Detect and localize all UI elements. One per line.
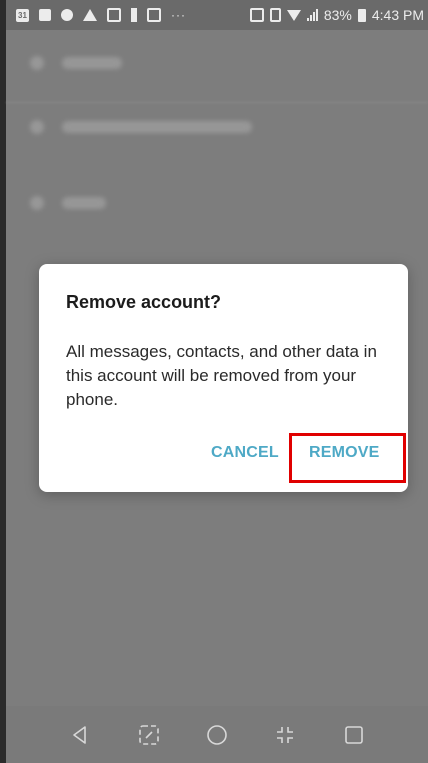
recents-icon — [344, 725, 363, 744]
status-bar: 31 ··· 83% 4:43 PM — [6, 0, 428, 30]
wifi-icon — [286, 9, 301, 21]
system-icons: 83% 4:43 PM — [249, 7, 428, 23]
dual-window-icon — [277, 726, 294, 743]
dialog-title: Remove account? — [66, 292, 222, 312]
signal-icon — [306, 9, 318, 21]
background-row — [30, 120, 252, 134]
background-text — [62, 197, 106, 209]
background-divider — [6, 102, 428, 103]
battery-icon — [357, 8, 366, 22]
home-button[interactable] — [203, 721, 231, 749]
calendar-icon: 31 — [16, 8, 29, 22]
tie-icon — [131, 8, 137, 22]
lock-icon — [107, 8, 121, 22]
background-icon — [30, 56, 44, 70]
recents-button[interactable] — [340, 721, 368, 749]
navigation-bar — [6, 706, 428, 763]
background-text — [62, 121, 252, 133]
capture-button[interactable] — [135, 721, 163, 749]
image-icon — [147, 8, 161, 22]
vibrate-icon — [269, 8, 281, 22]
dual-window-button[interactable] — [271, 721, 299, 749]
back-icon — [73, 725, 86, 744]
background-row — [30, 196, 106, 210]
dialog-message: All messages, contacts, and other data i… — [66, 342, 377, 409]
background-icon — [30, 196, 44, 210]
back-button[interactable] — [66, 721, 94, 749]
background-text — [62, 57, 122, 69]
capture-icon — [138, 724, 159, 745]
calendar-day: 31 — [18, 10, 27, 20]
background-icon — [30, 120, 44, 134]
notification-icons: 31 ··· — [6, 8, 186, 22]
battery-percent: 83% — [323, 7, 352, 23]
reddit-icon — [61, 9, 73, 21]
remove-button-highlight — [289, 433, 406, 483]
background-header — [30, 56, 122, 70]
alert-icon — [83, 9, 97, 21]
video-icon — [39, 9, 51, 21]
cancel-button[interactable]: CANCEL — [211, 444, 279, 462]
home-icon — [207, 724, 227, 745]
more-icon: ··· — [171, 8, 186, 22]
clock: 4:43 PM — [371, 7, 424, 23]
nfc-icon — [249, 8, 264, 22]
